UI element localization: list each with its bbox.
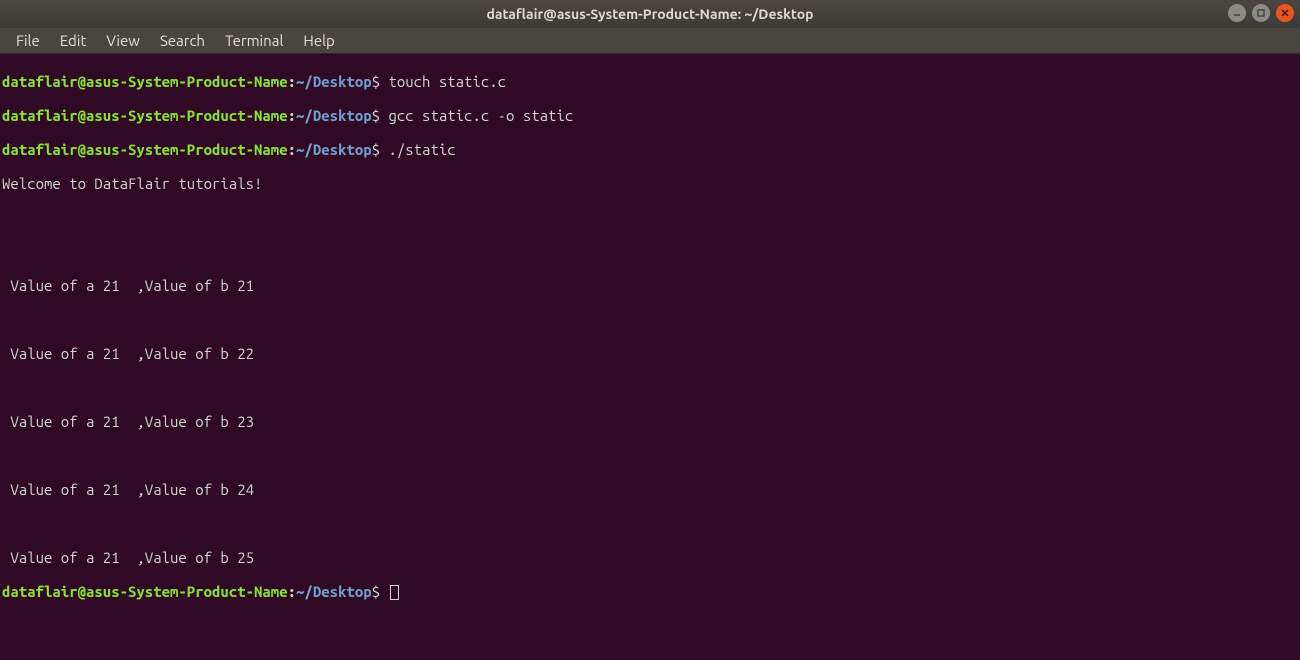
window-title: dataflair@asus-System-Product-Name: ~/De… — [486, 6, 813, 22]
output-line — [2, 515, 1298, 532]
output-line: Value of a 21 ,Value of b 23 — [2, 413, 1298, 430]
terminal-line: dataflair@asus-System-Product-Name:~/Des… — [2, 107, 1298, 124]
prompt-dollar: $ — [372, 107, 380, 124]
prompt-colon: : — [288, 583, 296, 600]
command-text: ./static — [380, 141, 456, 158]
close-icon — [1280, 8, 1290, 18]
output-line — [2, 379, 1298, 396]
command-text — [380, 583, 388, 600]
menubar: File Edit View Search Terminal Help — [0, 28, 1300, 54]
cursor — [390, 585, 399, 600]
command-text: touch static.c — [380, 73, 506, 90]
prompt-dollar: $ — [372, 141, 380, 158]
output-line: Value of a 21 ,Value of b 24 — [2, 481, 1298, 498]
prompt-user-host: dataflair@asus-System-Product-Name — [2, 583, 288, 600]
window-controls — [1228, 4, 1294, 22]
output-line: Welcome to DataFlair tutorials! — [2, 175, 1298, 192]
menu-search[interactable]: Search — [150, 30, 215, 51]
prompt-user-host: dataflair@asus-System-Product-Name — [2, 107, 288, 124]
titlebar: dataflair@asus-System-Product-Name: ~/De… — [0, 0, 1300, 28]
maximize-icon — [1256, 8, 1266, 18]
maximize-button[interactable] — [1252, 4, 1270, 22]
prompt-slash: / — [304, 107, 312, 124]
prompt-path: Desktop — [313, 583, 372, 600]
prompt-path: Desktop — [313, 107, 372, 124]
output-line: Value of a 21 ,Value of b 22 — [2, 345, 1298, 362]
minimize-icon — [1232, 8, 1242, 18]
output-line — [2, 311, 1298, 328]
menu-help[interactable]: Help — [293, 30, 344, 51]
prompt-path: Desktop — [313, 73, 372, 90]
prompt-user-host: dataflair@asus-System-Product-Name — [2, 141, 288, 158]
prompt-path: Desktop — [313, 141, 372, 158]
output-line — [2, 447, 1298, 464]
prompt-colon: : — [288, 141, 296, 158]
prompt-slash: / — [304, 141, 312, 158]
output-line: Value of a 21 ,Value of b 21 — [2, 277, 1298, 294]
minimize-button[interactable] — [1228, 4, 1246, 22]
close-button[interactable] — [1276, 4, 1294, 22]
menu-terminal[interactable]: Terminal — [215, 30, 293, 51]
menu-edit[interactable]: Edit — [50, 30, 97, 51]
menu-file[interactable]: File — [6, 30, 50, 51]
terminal-line: dataflair@asus-System-Product-Name:~/Des… — [2, 141, 1298, 158]
output-line — [2, 209, 1298, 226]
menu-view[interactable]: View — [96, 30, 150, 51]
output-line — [2, 243, 1298, 260]
prompt-slash: / — [304, 583, 312, 600]
terminal-line: dataflair@asus-System-Product-Name:~/Des… — [2, 583, 1298, 600]
prompt-slash: / — [304, 73, 312, 90]
command-text: gcc static.c -o static — [380, 107, 573, 124]
prompt-dollar: $ — [372, 583, 380, 600]
prompt-dollar: $ — [372, 73, 380, 90]
terminal-line: dataflair@asus-System-Product-Name:~/Des… — [2, 73, 1298, 90]
prompt-user-host: dataflair@asus-System-Product-Name — [2, 73, 288, 90]
output-line: Value of a 21 ,Value of b 25 — [2, 549, 1298, 566]
prompt-colon: : — [288, 107, 296, 124]
terminal-body[interactable]: dataflair@asus-System-Product-Name:~/Des… — [0, 54, 1300, 619]
prompt-colon: : — [288, 73, 296, 90]
